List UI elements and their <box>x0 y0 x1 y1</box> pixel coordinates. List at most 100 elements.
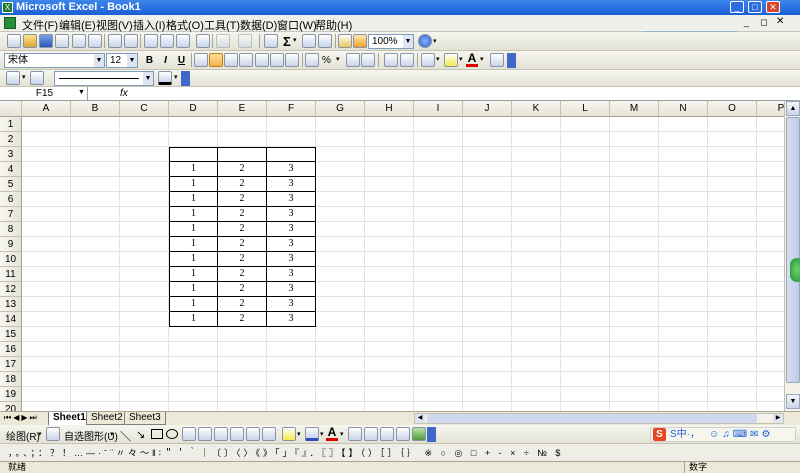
cell-h7[interactable] <box>365 207 414 222</box>
cell-c17[interactable] <box>120 357 169 372</box>
line-color-dropdown-icon[interactable]: ▾ <box>174 73 178 81</box>
doc-close-button[interactable]: ✕ <box>776 16 784 27</box>
spelling-icon[interactable] <box>108 34 122 48</box>
cell-d7[interactable]: 1 <box>169 207 218 222</box>
cell-a12[interactable] <box>22 282 71 297</box>
borders-icon[interactable] <box>421 53 435 67</box>
close-button[interactable]: ✕ <box>766 1 780 13</box>
cell-h17[interactable] <box>365 357 414 372</box>
cell-h14[interactable] <box>365 312 414 327</box>
cell-e20[interactable] <box>218 402 267 411</box>
cell-i15[interactable] <box>414 327 463 342</box>
draw-menu-button[interactable]: 绘图(R) <box>6 428 40 443</box>
cell-g13[interactable] <box>316 297 365 312</box>
cell-l9[interactable] <box>561 237 610 252</box>
cell-f15[interactable] <box>267 327 316 342</box>
cell-h4[interactable] <box>365 162 414 177</box>
cell-k13[interactable] <box>512 297 561 312</box>
cell-h19[interactable] <box>365 387 414 402</box>
autosum-icon[interactable]: Σ <box>283 34 291 49</box>
cell-d15[interactable] <box>169 327 218 342</box>
cell-h11[interactable] <box>365 267 414 282</box>
cell-c6[interactable] <box>120 192 169 207</box>
cell-j11[interactable] <box>463 267 512 282</box>
cell-f2[interactable] <box>267 132 316 147</box>
cell-d17[interactable] <box>169 357 218 372</box>
cell-o16[interactable] <box>708 342 757 357</box>
cell-g20[interactable] <box>316 402 365 411</box>
cell-d8[interactable]: 1 <box>169 222 218 237</box>
menu-file[interactable]: 文件(F) <box>22 17 58 33</box>
cell-d2[interactable] <box>169 132 218 147</box>
arrow-style-icon[interactable] <box>380 427 394 441</box>
draw-font-color-dropdown-icon[interactable]: ▾ <box>340 430 344 438</box>
cell-h18[interactable] <box>365 372 414 387</box>
cell-j14[interactable] <box>463 312 512 327</box>
ime-mode-text[interactable]: S中·， <box>670 428 700 441</box>
cell-d10[interactable]: 1 <box>169 252 218 267</box>
column-header-j[interactable]: J <box>463 101 512 117</box>
cell-g19[interactable] <box>316 387 365 402</box>
hyperlink-icon[interactable] <box>264 34 278 48</box>
scroll-down-icon[interactable]: ▼ <box>786 394 800 409</box>
cell-n7[interactable] <box>659 207 708 222</box>
cell-m12[interactable] <box>610 282 659 297</box>
cell-a18[interactable] <box>22 372 71 387</box>
cell-m14[interactable] <box>610 312 659 327</box>
cell-i17[interactable] <box>414 357 463 372</box>
cell-b12[interactable] <box>71 282 120 297</box>
font-dropdown-icon[interactable]: ▼ <box>94 54 104 67</box>
size-dropdown-icon[interactable]: ▼ <box>127 54 137 67</box>
cell-n17[interactable] <box>659 357 708 372</box>
font-color-icon[interactable]: A <box>466 52 478 67</box>
cell-d6[interactable]: 1 <box>169 192 218 207</box>
column-header-i[interactable]: I <box>414 101 463 117</box>
column-header-k[interactable]: K <box>512 101 561 117</box>
cell-m3[interactable] <box>610 147 659 162</box>
cell-k6[interactable] <box>512 192 561 207</box>
cell-j15[interactable] <box>463 327 512 342</box>
cell-j5[interactable] <box>463 177 512 192</box>
cell-e14[interactable]: 2 <box>218 312 267 327</box>
cell-j16[interactable] <box>463 342 512 357</box>
cell-f18[interactable] <box>267 372 316 387</box>
underline-button[interactable]: U <box>174 53 189 68</box>
cell-i14[interactable] <box>414 312 463 327</box>
select-all-corner[interactable] <box>0 101 22 117</box>
cell-n1[interactable] <box>659 117 708 132</box>
cell-e2[interactable] <box>218 132 267 147</box>
cell-g9[interactable] <box>316 237 365 252</box>
column-header-c[interactable]: C <box>120 101 169 117</box>
scroll-right-icon[interactable]: ▶ <box>773 414 783 423</box>
cell-h6[interactable] <box>365 192 414 207</box>
fill-dropdown-icon[interactable]: ▾ <box>459 55 463 63</box>
vertical-scrollbar[interactable]: ▲ ▼ <box>784 101 800 411</box>
cell-j3[interactable] <box>463 147 512 162</box>
cell-l3[interactable] <box>561 147 610 162</box>
vertical-text-box-icon[interactable] <box>198 427 212 441</box>
line-style-icon[interactable] <box>348 427 362 441</box>
cell-k18[interactable] <box>512 372 561 387</box>
cell-e12[interactable]: 2 <box>218 282 267 297</box>
cell-k1[interactable] <box>512 117 561 132</box>
doc-minimize-button[interactable]: _ <box>744 17 749 27</box>
cell-j2[interactable] <box>463 132 512 147</box>
cell-g18[interactable] <box>316 372 365 387</box>
cell-i12[interactable] <box>414 282 463 297</box>
menu-data[interactable]: 数据(D) <box>240 17 277 33</box>
cell-m20[interactable] <box>610 402 659 411</box>
toolbar-more-icon[interactable]: ▾ <box>336 55 340 63</box>
draw-fill-color-icon[interactable] <box>282 427 296 441</box>
cell-a14[interactable] <box>22 312 71 327</box>
cell-f13[interactable]: 3 <box>267 297 316 312</box>
column-header-h[interactable]: H <box>365 101 414 117</box>
cell-g7[interactable] <box>316 207 365 222</box>
italic-button[interactable]: I <box>158 53 173 68</box>
cell-e10[interactable]: 2 <box>218 252 267 267</box>
symbol-list[interactable]: ，。、；：？！…—·ˉ¨〃々～‖∶＂＇｀｜〔〕〈〉《》「」『』．〖〗【】（）［］… <box>8 446 568 459</box>
cell-f10[interactable]: 3 <box>267 252 316 267</box>
worksheet-grid[interactable]: ABCDEFGHIJKLMNOP 1 2 3 4 5 6 7 8 9 10 11 12 13 14 15 16… <box>0 101 800 411</box>
cell-i9[interactable] <box>414 237 463 252</box>
cell-j13[interactable] <box>463 297 512 312</box>
cell-c2[interactable] <box>120 132 169 147</box>
